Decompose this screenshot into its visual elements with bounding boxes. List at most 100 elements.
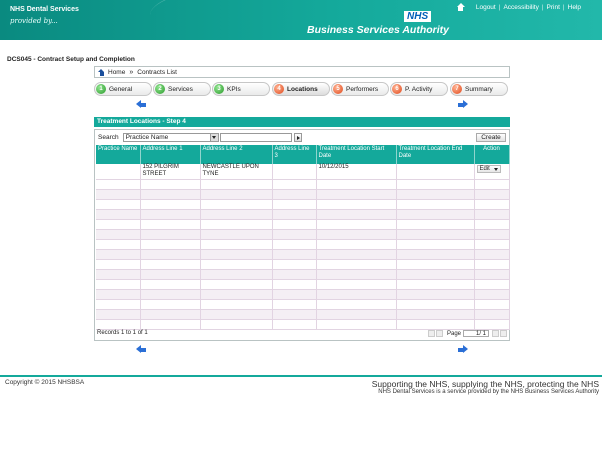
page-input[interactable]: 1/ 1	[463, 330, 489, 337]
breadcrumb-current[interactable]: Contracts List	[137, 69, 177, 76]
empty-cell	[96, 229, 141, 240]
search-go-button[interactable]	[293, 133, 302, 142]
search-label: Search	[98, 134, 119, 141]
step-kpis[interactable]: 3 KPIs	[212, 82, 270, 96]
empty-table-row	[96, 229, 510, 240]
brand-name: NHS Dental Services	[10, 6, 79, 13]
empty-cell	[474, 289, 510, 300]
step-performers[interactable]: 5 Performers	[331, 82, 389, 96]
empty-table-row	[96, 189, 510, 200]
column-header[interactable]: Treatment Location End Date	[396, 145, 475, 164]
accessibility-link[interactable]: Accessibility	[500, 4, 541, 11]
step-number-icon: 1	[96, 84, 106, 94]
empty-table-row	[96, 319, 510, 330]
empty-cell	[140, 189, 201, 200]
empty-table-row	[96, 269, 510, 280]
edit-button[interactable]: Edit	[476, 165, 501, 173]
step-summary[interactable]: 7 Summary	[450, 82, 508, 96]
step-general[interactable]: 1 General	[94, 82, 152, 96]
table-row[interactable]: 152 PILGRIM STREET NEWCASTLE UPON TYNE 1…	[96, 164, 510, 180]
empty-cell	[474, 309, 510, 320]
empty-cell	[200, 219, 273, 230]
last-page-icon[interactable]	[500, 330, 507, 337]
empty-cell	[140, 179, 201, 190]
empty-cell	[200, 309, 273, 320]
empty-cell	[396, 319, 475, 330]
empty-cell	[474, 219, 510, 230]
empty-cell	[396, 299, 475, 310]
home-icon[interactable]	[456, 3, 465, 11]
empty-cell	[96, 179, 141, 190]
empty-table-row	[96, 179, 510, 190]
empty-cell	[272, 319, 317, 330]
create-button[interactable]: Create	[476, 133, 506, 142]
empty-cell	[140, 209, 201, 220]
step-number-icon: 3	[214, 84, 224, 94]
nhs-logo: NHS	[404, 11, 432, 22]
empty-cell	[272, 219, 317, 230]
empty-cell	[96, 289, 141, 300]
empty-cell	[200, 209, 273, 220]
empty-cell	[200, 319, 273, 330]
previous-step-arrow-icon[interactable]	[136, 345, 146, 354]
empty-cell	[96, 279, 141, 290]
nav-separator: |	[562, 3, 565, 11]
step-p-activity[interactable]: 6 P. Activity	[390, 82, 448, 96]
empty-cell	[96, 249, 141, 260]
search-row: Search Practice Name	[98, 133, 302, 142]
column-header[interactable]: Address Line 2	[200, 145, 273, 164]
empty-cell	[200, 289, 273, 300]
empty-cell	[272, 259, 317, 270]
step-services[interactable]: 2 Services	[153, 82, 211, 96]
empty-cell	[272, 199, 317, 210]
next-page-icon[interactable]	[492, 330, 499, 337]
page-label: Page	[446, 330, 461, 337]
step-label: Locations	[287, 85, 318, 93]
next-step-arrow-icon[interactable]	[458, 100, 468, 109]
nav-separator: |	[541, 3, 544, 11]
empty-cell	[474, 209, 510, 220]
chevron-down-icon[interactable]	[493, 167, 498, 171]
logout-link[interactable]: Logout	[473, 4, 499, 11]
panel-title: Treatment Locations - Step 4	[94, 117, 510, 127]
breadcrumb-home[interactable]: Home	[108, 69, 125, 76]
empty-cell	[396, 179, 475, 190]
previous-page-icon[interactable]	[435, 330, 443, 337]
empty-cell	[316, 209, 397, 220]
search-input[interactable]	[219, 133, 292, 142]
previous-step-arrow-icon[interactable]	[136, 100, 146, 109]
empty-cell	[316, 179, 397, 190]
empty-cell	[396, 289, 475, 300]
column-header[interactable]: Address Line 3	[272, 145, 317, 164]
start-date-cell: 10/12/2015	[316, 164, 397, 180]
address-line-2-cell: NEWCASTLE UPON TYNE	[200, 164, 273, 180]
column-header[interactable]: Practice Name	[96, 145, 141, 164]
breadcrumb: Home » Contracts List	[94, 66, 510, 78]
empty-cell	[316, 219, 397, 230]
help-link[interactable]: Help	[565, 4, 584, 11]
empty-table-row	[96, 279, 510, 290]
search-field-value: Practice Name	[125, 134, 169, 141]
footer-rule	[0, 375, 602, 377]
step-label: KPIs	[227, 85, 241, 93]
chevron-down-icon[interactable]	[209, 134, 218, 141]
search-field-select[interactable]: Practice Name	[122, 133, 219, 142]
empty-cell	[316, 259, 397, 270]
first-page-icon[interactable]	[427, 330, 435, 337]
column-header[interactable]: Address Line 1	[140, 145, 201, 164]
print-link[interactable]: Print	[544, 4, 563, 11]
empty-cell	[140, 249, 201, 260]
column-header[interactable]: Treatment Location Start Date	[316, 145, 397, 164]
empty-cell	[316, 199, 397, 210]
empty-table-row	[96, 299, 510, 310]
empty-cell	[272, 279, 317, 290]
table-footer: Records 1 to 1 of 1 Page 1/ 1	[95, 330, 509, 340]
next-step-arrow-icon[interactable]	[458, 345, 468, 354]
home-icon[interactable]	[98, 68, 105, 76]
empty-cell	[396, 279, 475, 290]
step-locations[interactable]: 4 Locations	[272, 82, 330, 96]
empty-cell	[272, 179, 317, 190]
authority-name: Business Services Authority	[307, 24, 449, 36]
empty-cell	[140, 259, 201, 270]
page-title: DCS045 - Contract Setup and Completion	[7, 56, 135, 63]
